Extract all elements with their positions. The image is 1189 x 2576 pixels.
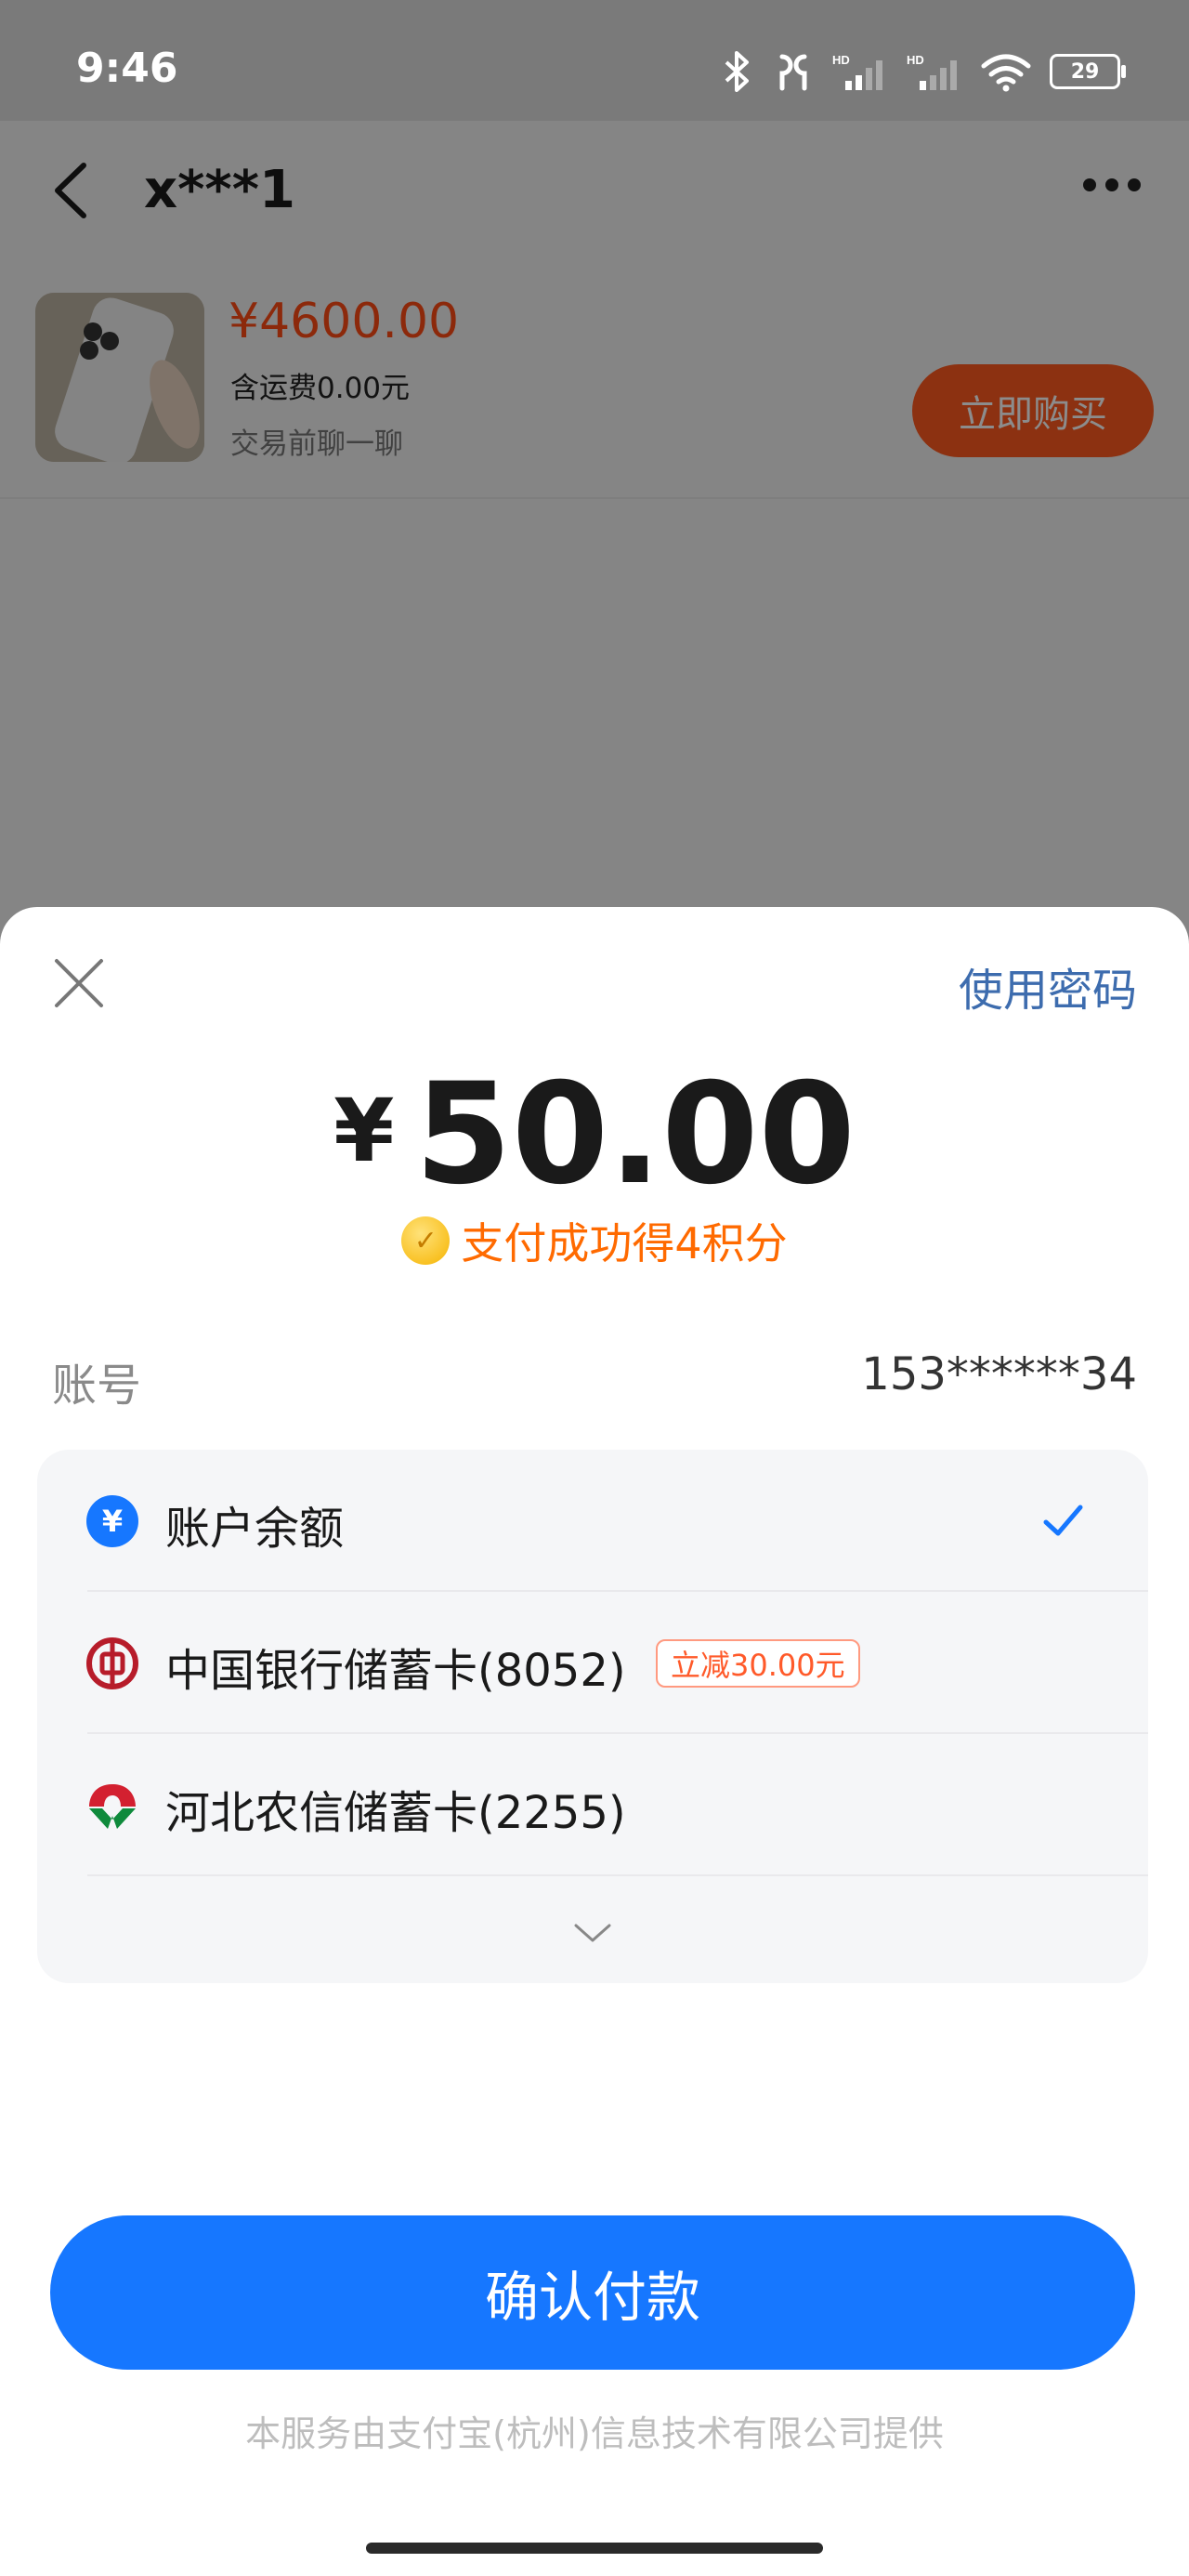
- payment-sheet: 使用密码 ¥ 50.00 ✓ 支付成功得4积分 账号 153******34 ¥…: [0, 907, 1189, 2576]
- check-icon: [1043, 1505, 1083, 1536]
- points-reward: ✓ 支付成功得4积分: [0, 1210, 1189, 1271]
- wifi-icon: [981, 54, 1031, 92]
- signal-icon-2: HD: [907, 53, 957, 90]
- currency-symbol: ¥: [333, 1081, 395, 1182]
- signal-icon: HD: [832, 53, 882, 90]
- account-label: 账号: [52, 1360, 142, 1412]
- points-coin-icon: ✓: [401, 1216, 451, 1265]
- battery-icon: 29: [1050, 54, 1126, 89]
- status-icons: HD HD 29: [721, 48, 1126, 95]
- payment-methods-list: ¥ 账户余额 中国银行储蓄卡(8052) 立减30.00元 河北农信储蓄卡(22…: [37, 1450, 1148, 1983]
- chevron-down-icon[interactable]: [565, 1914, 621, 1952]
- method-label: 账户余额: [165, 1503, 345, 1555]
- home-indicator[interactable]: [366, 2543, 823, 2554]
- svg-text:HD: HD: [832, 53, 850, 67]
- points-text: 支付成功得4积分: [461, 1218, 788, 1268]
- method-balance[interactable]: ¥ 账户余额: [37, 1450, 1148, 1592]
- method-label: 中国银行储蓄卡(8052): [165, 1645, 626, 1697]
- bank-of-china-icon: [86, 1637, 138, 1689]
- method-boc-card[interactable]: 中国银行储蓄卡(8052) 立减30.00元: [37, 1592, 1148, 1734]
- svg-text:HD: HD: [907, 53, 924, 67]
- bluetooth-icon: [725, 51, 749, 92]
- svg-text:¥: ¥: [102, 1504, 123, 1539]
- provider-note: 本服务由支付宝(杭州)信息技术有限公司提供: [245, 2413, 944, 2454]
- payment-amount: 50.00: [414, 1054, 856, 1216]
- confirm-payment-button[interactable]: 确认付款: [50, 2215, 1135, 2370]
- close-icon[interactable]: [51, 955, 107, 1011]
- account-value: 153******34: [861, 1348, 1137, 1400]
- divider: [87, 1874, 1148, 1876]
- status-time: 9:46: [76, 45, 178, 92]
- amount-display: ¥ 50.00: [0, 1065, 1189, 1204]
- discount-badge: 立减30.00元: [656, 1639, 860, 1688]
- method-hebei-rcc-card[interactable]: 河北农信储蓄卡(2255): [37, 1734, 1148, 1876]
- use-password-link[interactable]: 使用密码: [959, 953, 1137, 1019]
- method-label: 河北农信储蓄卡(2255): [165, 1787, 626, 1839]
- hebei-rural-credit-icon: [89, 1784, 136, 1829]
- earbuds-icon: [779, 54, 807, 91]
- balance-yuan-icon: ¥: [86, 1495, 138, 1547]
- status-bar: 9:46 HD HD 29: [0, 0, 1189, 121]
